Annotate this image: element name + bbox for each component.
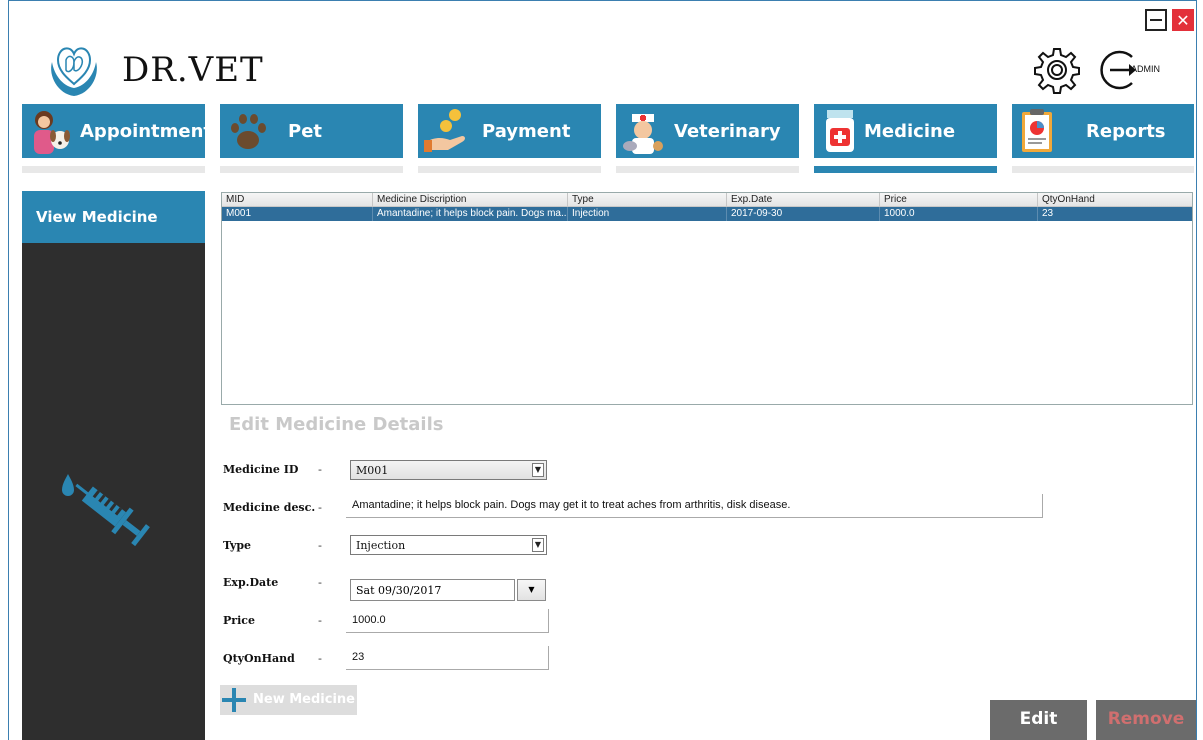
field-separator: - [318, 614, 322, 627]
tab-underline [220, 166, 403, 173]
type-label: Type [223, 539, 252, 552]
tab-underline [616, 166, 799, 173]
table-cell: Injection [568, 207, 727, 221]
tab-label: Pet [288, 121, 323, 142]
table-cell: 1000.0 [880, 207, 1038, 221]
gear-icon[interactable] [1032, 45, 1082, 95]
dropdown-arrow-icon: ▼ [528, 585, 535, 594]
sidebar-item-label: View Medicine [36, 208, 158, 226]
medicine-desc-label: Medicine desc. [223, 501, 316, 514]
window-border-right [1196, 0, 1197, 740]
app-window: ✕ DR.VET ADMIN Appointment Pet Payment V… [0, 0, 1203, 740]
tab-underline [1012, 166, 1194, 173]
dropdown-arrow-icon: ▼ [532, 538, 544, 552]
column-header[interactable]: MID [222, 193, 373, 207]
minimize-button[interactable] [1145, 9, 1167, 31]
tab-underline [418, 166, 601, 173]
tab-medicine[interactable]: Medicine [814, 104, 997, 158]
tab-pet[interactable]: Pet [220, 104, 403, 158]
table-cell: Amantadine; it helps block pain. Dogs ma… [373, 207, 568, 221]
dr-vet-logo-icon [51, 47, 97, 96]
tab-underline [22, 166, 205, 173]
price-field[interactable]: 1000.0 [346, 609, 549, 633]
new-medicine-label: New Medicine [253, 692, 355, 707]
app-title: DR.VET [122, 50, 264, 90]
tab-label: Reports [1086, 121, 1166, 142]
field-separator: - [318, 576, 322, 589]
medicine-id-label: Medicine ID [223, 463, 299, 476]
table-header: MID Medicine Discription Type Exp.Date P… [222, 193, 1192, 207]
medicine-table[interactable]: MID Medicine Discription Type Exp.Date P… [221, 192, 1193, 405]
column-header[interactable]: Medicine Discription [373, 193, 568, 207]
sidebar-item-view-medicine[interactable]: View Medicine [22, 191, 205, 243]
tab-payment[interactable]: Payment [418, 104, 601, 158]
type-value: Injection [356, 539, 406, 552]
tab-label: Veterinary [674, 121, 781, 142]
medicine-desc-field[interactable]: Amantadine; it helps block pain. Dogs ma… [346, 494, 1043, 518]
close-icon: ✕ [1176, 10, 1190, 30]
tab-reports[interactable]: Reports [1012, 104, 1194, 158]
syringe-icon [62, 474, 150, 547]
section-title: Edit Medicine Details [229, 414, 444, 435]
column-header[interactable]: Exp.Date [727, 193, 880, 207]
exp-date-field[interactable]: Sat 09/30/2017 [350, 579, 515, 601]
field-separator: - [318, 539, 322, 552]
column-header[interactable]: QtyOnHand [1038, 193, 1192, 207]
medicine-id-value: M001 [356, 464, 389, 477]
tab-label: Medicine [864, 121, 956, 142]
type-select[interactable]: Injection ▼ [350, 535, 547, 555]
admin-label: ADMIN [1131, 64, 1160, 74]
tab-veterinary[interactable]: Veterinary [616, 104, 799, 158]
tab-underline-active [814, 166, 997, 173]
dropdown-arrow-icon: ▼ [532, 463, 544, 477]
window-border-left [8, 0, 9, 740]
new-medicine-button[interactable]: New Medicine [220, 685, 357, 715]
window-border-top [8, 0, 1197, 1]
paw-icon [231, 114, 266, 149]
tab-appointment[interactable]: Appointment [22, 104, 212, 158]
table-cell: M001 [222, 207, 373, 221]
qty-field[interactable]: 23 [346, 646, 549, 670]
close-button[interactable]: ✕ [1172, 9, 1194, 31]
price-label: Price [223, 614, 255, 627]
table-row[interactable]: M001 Amantadine; it helps block pain. Do… [222, 207, 1192, 221]
field-separator: - [318, 652, 322, 665]
qty-label: QtyOnHand [223, 652, 295, 665]
appointment-icon [34, 111, 70, 154]
medicine-icon [826, 110, 854, 152]
column-header[interactable]: Price [880, 193, 1038, 207]
reports-icon [1022, 109, 1052, 152]
date-picker-button[interactable]: ▼ [517, 579, 546, 601]
exp-date-label: Exp.Date [223, 576, 279, 589]
tab-label: Payment [482, 121, 571, 142]
medicine-id-select[interactable]: M001 ▼ [350, 460, 547, 480]
tab-label: Appointment [80, 121, 213, 142]
field-separator: - [318, 501, 322, 514]
payment-icon [424, 109, 465, 152]
edit-button[interactable]: Edit [990, 700, 1087, 740]
veterinary-icon [623, 114, 663, 154]
table-cell: 2017-09-30 [727, 207, 880, 221]
table-cell: 23 [1042, 208, 1054, 219]
remove-button[interactable]: Remove [1096, 700, 1196, 740]
plus-icon [222, 688, 246, 712]
field-separator: - [318, 463, 322, 476]
column-header[interactable]: Type [568, 193, 727, 207]
